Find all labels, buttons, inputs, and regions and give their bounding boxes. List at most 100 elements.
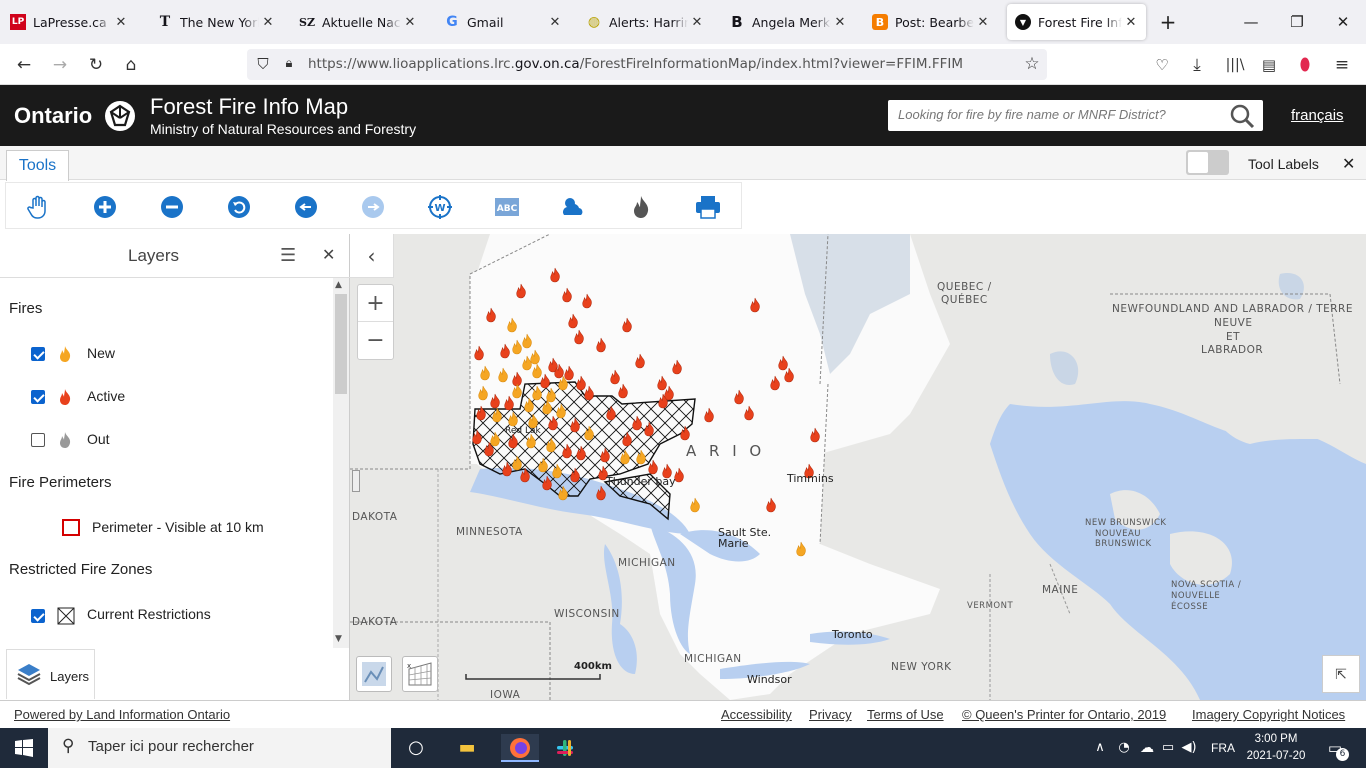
out-fires-checkbox[interactable] — [31, 433, 45, 447]
close-icon[interactable]: ✕ — [114, 15, 128, 30]
active-fire-marker[interactable] — [472, 344, 486, 362]
shield-icon[interactable]: ⛉ — [252, 53, 274, 75]
list-menu-icon[interactable]: ☰ — [280, 245, 296, 266]
active-fire-marker[interactable] — [500, 460, 514, 478]
active-fire-marker[interactable] — [546, 414, 560, 432]
active-fire-marker[interactable] — [764, 496, 778, 514]
active-fire-marker[interactable] — [568, 466, 582, 484]
copyright-link[interactable]: © Queen's Printer for Ontario, 2019 — [962, 707, 1166, 722]
active-fire-marker[interactable] — [518, 466, 532, 484]
back-icon[interactable] — [292, 193, 320, 221]
tab-merkel[interactable]: B Angela Merkel's ✕ — [721, 4, 855, 40]
new-fire-marker[interactable] — [618, 448, 632, 466]
close-icon[interactable]: ✕ — [976, 15, 990, 30]
abc-label-icon[interactable]: ABC — [493, 193, 521, 221]
restrictions-checkbox[interactable] — [31, 609, 45, 623]
url-bar[interactable]: ⛉ 🔒︎ https://www.lioapplications.lrc.gov… — [247, 49, 1047, 80]
close-icon[interactable]: ✕ — [403, 15, 417, 30]
new-fire-marker[interactable] — [478, 364, 492, 382]
active-fire-marker[interactable] — [702, 406, 716, 424]
accessibility-link[interactable]: Accessibility — [721, 707, 792, 722]
active-fire-marker[interactable] — [560, 442, 574, 460]
active-fire-marker[interactable] — [808, 426, 822, 444]
new-fires-checkbox[interactable] — [31, 347, 45, 361]
powered-by-link[interactable]: Powered by Land Information Ontario — [14, 707, 230, 722]
close-icon[interactable]: ✕ — [1124, 15, 1138, 30]
overview-map-button[interactable]: x — [402, 656, 438, 692]
new-tab-button[interactable]: + — [1146, 8, 1190, 36]
system-clock[interactable]: 3:00 PM 2021-07-20 — [1244, 731, 1308, 765]
new-fire-marker[interactable] — [794, 540, 808, 558]
tab-tools[interactable]: Tools — [6, 150, 69, 181]
download-icon[interactable]: ⤓ — [1186, 54, 1208, 76]
close-icon[interactable]: ✕ — [1342, 154, 1355, 173]
active-fire-marker[interactable] — [482, 440, 496, 458]
scroll-up-icon[interactable]: ▲ — [335, 280, 342, 290]
active-fire-marker[interactable] — [568, 416, 582, 434]
active-fire-marker[interactable] — [742, 404, 756, 422]
weather-icon[interactable] — [560, 193, 588, 221]
toggle-knob[interactable] — [1188, 152, 1208, 173]
new-fire-marker[interactable] — [556, 374, 570, 392]
extension-icon[interactable]: ⬮ — [1294, 54, 1316, 76]
fire-search-input[interactable]: Looking for fire by fire name or MNRF Di… — [888, 100, 1263, 131]
active-fire-marker[interactable] — [484, 306, 498, 324]
active-fire-marker[interactable] — [616, 382, 630, 400]
active-fire-marker[interactable] — [540, 474, 554, 492]
panel-resize-handle[interactable] — [352, 470, 360, 492]
close-icon[interactable]: ✕ — [690, 15, 704, 30]
active-fire-marker[interactable] — [572, 328, 586, 346]
active-fire-marker[interactable] — [678, 424, 692, 442]
new-fire-marker[interactable] — [688, 496, 702, 514]
active-fire-marker[interactable] — [748, 296, 762, 314]
active-fire-marker[interactable] — [474, 404, 488, 422]
back-arrow-icon[interactable]: ← — [13, 54, 35, 76]
close-icon[interactable]: ✕ — [833, 15, 847, 30]
active-fire-marker[interactable] — [656, 392, 670, 410]
active-fire-marker[interactable] — [560, 286, 574, 304]
active-fire-marker[interactable] — [604, 404, 618, 422]
search-icon[interactable] — [1229, 103, 1255, 129]
slack-icon[interactable] — [550, 734, 580, 762]
tab-sz[interactable]: SZ Aktuelle Nachrichten ✕ — [291, 4, 425, 40]
geocode-icon[interactable]: W — [426, 193, 454, 221]
privacy-link[interactable]: Privacy — [809, 707, 852, 722]
active-fire-marker[interactable] — [633, 352, 647, 370]
tab-alerts[interactable]: ◍ Alerts: Harrington ✕ — [578, 4, 712, 40]
close-icon[interactable]: ✕ — [322, 245, 335, 264]
menu-icon[interactable]: ≡ — [1331, 54, 1353, 76]
zoom-in-icon[interactable] — [91, 193, 119, 221]
active-fire-marker[interactable] — [670, 358, 684, 376]
windows-start-icon[interactable] — [9, 734, 39, 762]
home-icon[interactable]: ⌂ — [120, 54, 142, 76]
close-window-button[interactable]: ✕ — [1320, 8, 1366, 36]
terms-of-use-link[interactable]: Terms of Use — [867, 707, 944, 722]
scrollbar-thumb[interactable] — [335, 294, 347, 394]
tab-gmail[interactable]: G Gmail ✕ — [436, 4, 570, 40]
zoom-out-button[interactable]: − — [358, 322, 393, 359]
reload-icon[interactable]: ↻ — [85, 54, 107, 76]
layers-button[interactable]: Layers — [6, 649, 95, 699]
forward-icon[interactable] — [359, 193, 387, 221]
active-fire-marker[interactable] — [646, 458, 660, 476]
language-indicator[interactable]: FRA — [1208, 734, 1238, 762]
active-fire-marker[interactable] — [580, 292, 594, 310]
basemap-toggle-button[interactable] — [356, 656, 392, 692]
imagery-copyright-link[interactable]: Imagery Copyright Notices — [1192, 707, 1345, 722]
tab-forest-fire[interactable]: ▼ Forest Fire Info Map ✕ — [1007, 4, 1146, 40]
restore-button[interactable]: ❐ — [1274, 8, 1320, 36]
tab-blogger[interactable]: B Post: Bearbeiten ✕ — [864, 4, 998, 40]
lock-icon[interactable]: 🔒︎ — [278, 53, 300, 75]
refresh-icon[interactable] — [225, 193, 253, 221]
new-fire-marker[interactable] — [556, 484, 570, 502]
scroll-down-icon[interactable]: ▼ — [335, 634, 342, 644]
zoom-out-icon[interactable] — [158, 193, 186, 221]
active-fire-marker[interactable] — [642, 420, 656, 438]
bookmark-star-icon[interactable]: ☆ — [1021, 53, 1043, 75]
pan-hand-icon[interactable] — [24, 193, 52, 221]
fire-icon[interactable] — [627, 193, 655, 221]
zoom-in-button[interactable]: + — [358, 285, 393, 322]
active-fire-marker[interactable] — [574, 444, 588, 462]
library-icon[interactable]: |||\ — [1224, 54, 1246, 76]
new-fire-marker[interactable] — [496, 366, 510, 384]
